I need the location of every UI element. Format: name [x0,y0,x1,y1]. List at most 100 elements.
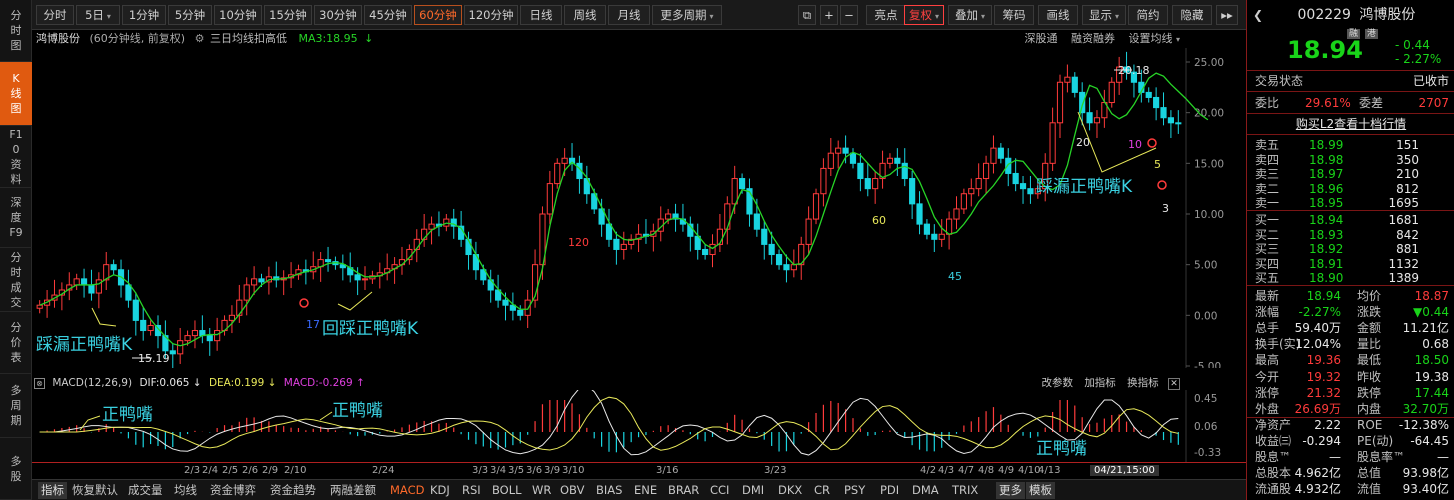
left-nav-item-7[interactable]: 多股 [0,438,32,500]
candle-body [864,178,871,190]
candle-body [125,284,132,301]
candle-body [236,299,243,316]
link-switch-indicator[interactable]: 换指标 [1127,377,1159,389]
period-button-4[interactable]: 10分钟 [214,5,262,25]
tool-button-7[interactable]: 隐藏 [1172,5,1212,25]
zoom-out-icon[interactable]: − [840,5,858,25]
tool-button-3[interactable]: 筹码 [994,5,1034,25]
macd-chart[interactable]: 0.45 0.06 -0.33 正鸭嘴 正鸭嘴 正鸭嘴 [32,385,1246,462]
chevron-down-icon: ▾ [980,12,985,21]
indicator-tab-12[interactable]: OBV [560,482,584,499]
period-button-0[interactable]: 分时 [36,5,74,25]
indicator-tab-13[interactable]: BIAS [596,482,622,499]
stat-label: 总手 [1255,321,1280,336]
indicator-tab-0[interactable]: 指标 [38,482,67,499]
candle-body [1019,183,1027,190]
left-nav-item-0[interactable]: 分时图 [0,0,32,62]
macd-svg[interactable]: 0.450.06-0.33正鸭嘴 正鸭嘴正鸭嘴 [32,385,1246,462]
l2-link[interactable]: 购买L2查看十档行情 [1296,117,1406,131]
tool-button-5[interactable]: 显示 ▾ [1082,5,1126,25]
stat-value: 93.40亿 [1402,482,1449,497]
collapse-toolbar-icon[interactable]: ▸▸ [1216,5,1238,25]
indicator-tab-19[interactable]: CR [814,482,830,499]
tool-button-4[interactable]: 画线 [1038,5,1078,25]
kline-svg[interactable]: 25.00 20.00 15.00 10.00 5.00 0.00 -5.00 踩漏正鸭嘴K 回… [32,48,1246,368]
indicator-tab-20[interactable]: PSY [844,482,865,499]
link-shengutong[interactable]: 深股通 [1024,32,1057,45]
indicator-tab-23[interactable]: TRIX [952,482,978,499]
indicator-tab-8[interactable]: KDJ [430,482,450,499]
indicator-tab-22[interactable]: DMA [912,482,939,499]
left-nav-item-3[interactable]: 深度F9 [0,188,32,248]
zoom-in-icon[interactable]: + [820,5,838,25]
indicator-tab-5[interactable]: 资金趋势 [270,482,316,499]
indicator-tab-10[interactable]: BOLL [492,482,522,499]
period-button-2[interactable]: 1分钟 [122,5,166,25]
stat-label: 涨跌 [1357,305,1382,320]
reset-zoom-icon[interactable]: ⧉ [798,5,816,25]
indicator-tab-17[interactable]: DMI [742,482,764,499]
indicator-tab-21[interactable]: PDI [880,482,899,499]
link-edit-params[interactable]: 改参数 [1041,377,1073,389]
period-label: 更多周期 [660,8,707,22]
gear-icon[interactable]: ⚙ [195,32,205,45]
chevron-down-icon[interactable]: ▾ [1176,35,1180,44]
period-button-5[interactable]: 15分钟 [264,5,312,25]
close-icon[interactable]: ✕ [1168,378,1180,390]
period-button-10[interactable]: 日线 [520,5,562,25]
left-nav-item-5[interactable]: 分价表 [0,312,32,374]
indicator-tab-14[interactable]: ENE [634,482,657,499]
indicator-tab-9[interactable]: RSI [462,482,481,499]
period-button-6[interactable]: 30分钟 [314,5,362,25]
bid-price: 18.91 [1309,256,1344,271]
left-nav-item-6[interactable]: 多周期 [0,374,32,438]
link-add-indicator[interactable]: 加指标 [1084,377,1116,389]
indicator-tab-6[interactable]: 两融差额 [330,482,376,499]
candle-body [968,188,975,195]
link-set-ma[interactable]: 设置均线 [1128,32,1172,45]
candle-body [517,309,524,316]
tool-button-6[interactable]: 简约 [1128,5,1168,25]
stat-row: 总股本 4.962亿 总值 93.98亿 [1247,465,1454,481]
tool-button-0[interactable]: 亮点 [866,5,906,25]
period-button-8[interactable]: 60分钟 [414,5,462,25]
candle-body [546,183,553,215]
stat-label: 昨收 [1357,369,1382,384]
stat-label: 总值 [1357,466,1382,481]
ask-volume: 1695 [1388,196,1419,211]
indicator-tab-16[interactable]: CCI [710,482,729,499]
left-nav-item-1[interactable]: K线图 [0,62,32,126]
period-button-7[interactable]: 45分钟 [364,5,412,25]
indicator-tab-3[interactable]: 均线 [174,482,197,499]
left-nav-label: F10资料 [9,127,23,186]
stat-value: — [1329,450,1341,464]
tool-button-1[interactable]: 复权 ▾ [904,5,944,25]
indicator-tab-25[interactable]: 模板 [1026,482,1055,499]
period-button-12[interactable]: 月线 [608,5,650,25]
indicator-tab-2[interactable]: 成交量 [128,482,163,499]
indicator-tab-4[interactable]: 资金博弈 [210,482,256,499]
link-rongzi[interactable]: 融资融券 [1071,32,1115,45]
collapse-icon[interactable]: ⊗ [34,378,45,389]
indicator-tab-11[interactable]: WR [532,482,551,499]
period-button-3[interactable]: 5分钟 [168,5,212,25]
candle-body [790,264,797,271]
ask-label: 卖一 [1255,196,1280,211]
left-nav-item-2[interactable]: F10资料 [0,126,32,188]
indicator-tab-24[interactable]: 更多 [996,482,1025,499]
indicator-tab-7[interactable]: MACD [390,482,424,499]
indicator-tab-1[interactable]: 恢复默认 [72,482,118,499]
period-button-9[interactable]: 120分钟 [464,5,518,25]
tool-button-2[interactable]: 叠加 ▾ [948,5,992,25]
status-label: 交易状态 [1255,74,1304,88]
indicator-tab-15[interactable]: BRAR [668,482,699,499]
candle-body [1153,96,1160,109]
candle-body [835,147,842,154]
prev-arrow-icon[interactable]: ❮ [1253,8,1263,22]
period-button-11[interactable]: 周线 [564,5,606,25]
indicator-tab-18[interactable]: DKX [778,482,802,499]
left-nav-item-4[interactable]: 分时成交 [0,248,32,312]
period-button-13[interactable]: 更多周期 ▾ [652,5,722,25]
kline-chart[interactable]: 25.00 20.00 15.00 10.00 5.00 0.00 -5.00 踩漏正鸭嘴K 回… [32,48,1246,368]
period-button-1[interactable]: 5日 ▾ [76,5,120,25]
